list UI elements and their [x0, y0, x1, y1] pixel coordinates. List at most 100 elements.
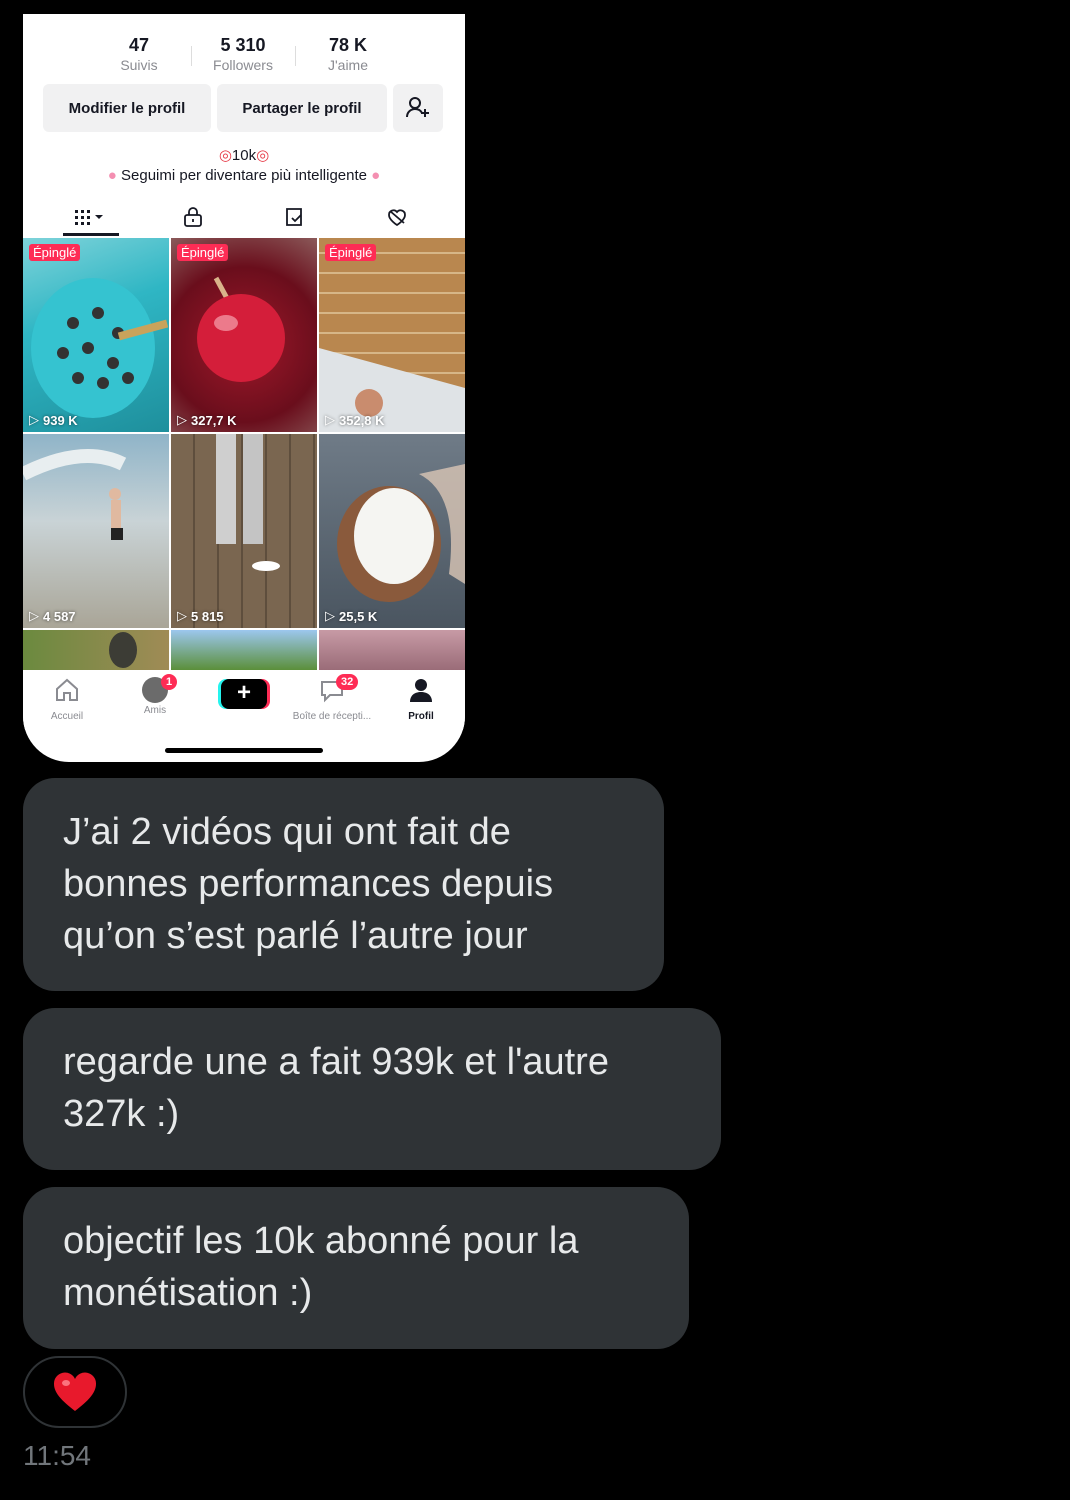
add-user-icon [406, 97, 429, 118]
nav-home-label: Accueil [50, 711, 84, 722]
followers-count: 5 310 [220, 35, 266, 55]
profile-icon [410, 679, 432, 702]
bio-goal: 10k [231, 147, 257, 164]
view-count: ▷ 939 K [29, 412, 78, 428]
liked-icon [388, 209, 406, 227]
play-icon: ▷ [177, 412, 187, 427]
profile-screenshot: 47 Suivis 5 310 Followers 78 K J'aime Mo… [23, 14, 465, 762]
brick-wall-image [319, 348, 465, 432]
play-icon: ▷ [325, 412, 335, 427]
profile-tabs [23, 200, 465, 236]
deck-image [216, 434, 280, 571]
message-text: J’ai 2 vidéos qui ont fait de bonnes per… [63, 811, 554, 957]
video-thumbnail[interactable]: ▷ 5 815 [171, 434, 317, 628]
message-bubble[interactable]: regarde une a fait 939k et l'autre 327k … [23, 1008, 721, 1170]
view-count-value: 939 K [43, 412, 78, 428]
stone-image [109, 632, 137, 668]
video-thumbnail[interactable]: Épinglé ▷ 327,7 K [171, 238, 317, 432]
divider [191, 46, 192, 66]
candy-apple-image [197, 276, 285, 382]
message-bubble[interactable]: objectif les 10k abonné pour la monétisa… [23, 1187, 689, 1349]
play-icon: ▷ [177, 608, 187, 623]
likes-count: 78 K [328, 35, 368, 55]
friends-badge: 1 [161, 674, 178, 690]
tab-videos[interactable] [61, 200, 121, 234]
tab-liked[interactable] [367, 200, 427, 234]
active-tab-indicator [63, 233, 119, 236]
view-count: ▷ 327,7 K [177, 412, 237, 428]
clog-image [31, 278, 169, 418]
video-thumbnail[interactable] [171, 630, 317, 670]
nav-profile[interactable]: Profil [381, 676, 461, 722]
view-count: ▷ 5 815 [177, 608, 224, 624]
message-timestamp: 11:54 [23, 1440, 91, 1471]
nav-profile-label: Profil [408, 711, 434, 722]
following-label: Suivis [120, 57, 158, 73]
nav-inbox-label: Boîte de récepti... [292, 711, 372, 722]
reaction-badge[interactable] [23, 1356, 127, 1428]
grid-icon [75, 210, 103, 225]
tab-reposts[interactable] [265, 200, 325, 234]
view-count-value: 5 815 [191, 608, 224, 624]
followers-label: Followers [213, 57, 273, 73]
view-count: ▷ 352,8 K [325, 412, 385, 428]
tab-private[interactable] [163, 200, 223, 234]
bio-text-line: ● Seguimi per diventare più intelligente… [23, 166, 465, 186]
message-bubble[interactable]: J’ai 2 vidéos qui ont fait de bonnes per… [23, 778, 664, 991]
home-indicator [165, 748, 323, 753]
view-count: ▷ 4 587 [29, 608, 76, 624]
bottom-navigation: Accueil 1 Amis + 32 Boîte de récepti... … [23, 670, 465, 730]
message-text: objectif les 10k abonné pour la monétisa… [63, 1220, 579, 1314]
coconut-image [337, 464, 465, 602]
video-thumbnail[interactable] [319, 630, 465, 670]
target-icon: ◎ [256, 147, 270, 164]
bio-goal-line: ◎10k◎ [23, 146, 465, 166]
lock-icon [184, 207, 202, 227]
video-grid: Épinglé ▷ 939 K Épinglé ▷ 327,7 K Épinglé … [23, 238, 465, 670]
view-count-value: 327,7 K [191, 412, 237, 428]
add-friend-button[interactable] [393, 84, 443, 132]
play-icon: ▷ [325, 608, 335, 623]
view-count: ▷ 25,5 K [325, 608, 377, 624]
pinned-badge: Épinglé [325, 244, 377, 261]
video-thumbnail[interactable]: ▷ 4 587 [23, 434, 169, 628]
nav-home[interactable]: Accueil [27, 676, 107, 722]
inbox-badge: 32 [336, 674, 359, 690]
repost-icon [286, 208, 302, 226]
brain-icon: ● [371, 167, 381, 184]
message-text: regarde une a fait 939k et l'autre 327k … [63, 1041, 609, 1135]
plus-icon: + [236, 679, 251, 706]
home-icon [56, 678, 78, 701]
pinned-badge: Épinglé [29, 244, 81, 261]
stat-likes[interactable]: 78 K J'aime [298, 34, 398, 74]
nav-create[interactable]: + [204, 676, 284, 709]
share-profile-button[interactable]: Partager le profil [217, 84, 387, 132]
view-count-value: 352,8 K [339, 412, 385, 428]
waterpark-image [23, 449, 127, 540]
profile-bio: ◎10k◎ ● Seguimi per diventare più intell… [23, 146, 465, 186]
heart-icon [53, 1372, 97, 1411]
play-icon: ▷ [29, 412, 39, 427]
edit-profile-button[interactable]: Modifier le profil [43, 84, 211, 132]
video-thumbnail[interactable] [23, 630, 169, 670]
profile-stats: 47 Suivis 5 310 Followers 78 K J'aime [23, 34, 465, 78]
nav-friends[interactable]: 1 Amis [115, 674, 195, 716]
pinned-badge: Épinglé [177, 244, 229, 261]
stat-following[interactable]: 47 Suivis [89, 34, 189, 74]
video-thumbnail[interactable]: Épinglé ▷ 352,8 K [319, 238, 465, 432]
following-count: 47 [128, 35, 150, 55]
view-count-value: 4 587 [43, 608, 76, 624]
divider [295, 46, 296, 66]
likes-label: J'aime [327, 57, 369, 73]
target-icon: ◎ [218, 147, 232, 164]
video-thumbnail[interactable]: Épinglé ▷ 939 K [23, 238, 169, 432]
stat-followers[interactable]: 5 310 Followers [193, 34, 293, 74]
create-button: + [221, 679, 267, 709]
video-thumbnail[interactable]: ▷ 25,5 K [319, 434, 465, 628]
nav-inbox[interactable]: 32 Boîte de récepti... [292, 674, 372, 722]
view-count-value: 25,5 K [339, 608, 378, 624]
brain-icon: ● [107, 167, 117, 184]
bio-text: Seguimi per diventare più intelligente [121, 167, 367, 184]
play-icon: ▷ [29, 608, 39, 623]
nav-friends-label: Amis [143, 705, 167, 716]
